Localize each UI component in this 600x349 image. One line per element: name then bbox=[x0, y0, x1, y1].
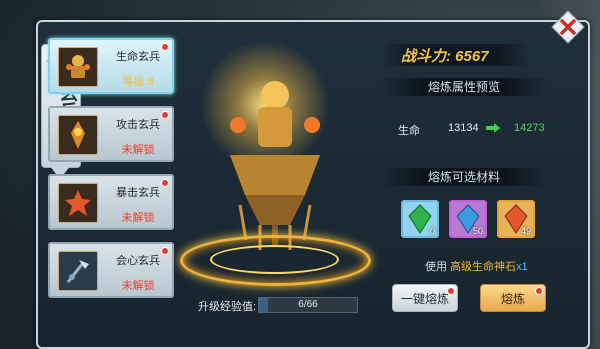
critdmg-weapon-icon bbox=[58, 251, 98, 291]
smelt-label: 熔炼 bbox=[500, 292, 525, 306]
material-slot-red[interactable]: 49 bbox=[497, 200, 535, 238]
weapon-name: 攻击玄兵 bbox=[116, 119, 160, 131]
material-count: 50 bbox=[472, 226, 483, 236]
material-slot-blue[interactable]: 50 bbox=[449, 200, 487, 238]
materials-title: 熔炼可选材料 bbox=[380, 168, 548, 186]
weapon-name: 暴击玄兵 bbox=[116, 187, 160, 199]
notification-dot bbox=[161, 43, 169, 51]
weapon-card-crit[interactable]: 暴击玄兵 未解锁 bbox=[48, 174, 174, 230]
combat-power: 战斗力: 6567 bbox=[383, 44, 529, 66]
attribute-next: 14273 bbox=[514, 122, 545, 134]
weapon-name: 会心玄兵 bbox=[116, 255, 160, 267]
auto-smelt-button[interactable]: 一键熔炼 bbox=[392, 284, 458, 312]
close-icon[interactable] bbox=[551, 10, 585, 44]
weapon-status: 未解锁 bbox=[121, 212, 155, 224]
combat-power-value: 6567 bbox=[455, 48, 489, 65]
crit-weapon-icon bbox=[58, 183, 98, 223]
life-weapon-icon bbox=[58, 47, 98, 87]
auto-smelt-label: 一键熔炼 bbox=[400, 292, 449, 306]
attribute-current: 13134 bbox=[448, 122, 479, 134]
notification-dot bbox=[447, 287, 455, 295]
attribute-row: 生命 13134 14273 bbox=[398, 122, 548, 138]
weapon-status: 未解锁 bbox=[121, 144, 155, 156]
notification-dot bbox=[161, 179, 169, 187]
material-slot-green[interactable]: 0 bbox=[401, 200, 439, 238]
preview-title: 熔炼属性预览 bbox=[380, 78, 548, 96]
weapon-card-life[interactable]: 生命玄兵 等级:8 bbox=[48, 38, 174, 94]
notification-dot bbox=[161, 247, 169, 255]
experience-label: 升级经验值: bbox=[198, 301, 257, 313]
experience-value: 6/66 bbox=[298, 299, 318, 310]
weapon-showcase bbox=[180, 30, 380, 290]
weapon-status: 等级:8 bbox=[122, 76, 154, 88]
smelt-button[interactable]: 熔炼 bbox=[480, 284, 546, 312]
use-item-name: 高级生命神石 bbox=[450, 261, 517, 273]
weapon-card-critdmg[interactable]: 会心玄兵 未解锁 bbox=[48, 242, 174, 298]
material-count: 49 bbox=[520, 226, 531, 236]
experience-bar: 6/66 bbox=[258, 297, 358, 313]
attribute-name: 生命 bbox=[398, 125, 420, 137]
use-label: 使用 bbox=[425, 261, 447, 273]
use-item-multiplier: x1 bbox=[516, 261, 528, 273]
magic-circle-inner bbox=[210, 245, 339, 274]
attack-weapon-icon bbox=[58, 115, 98, 155]
weapon-name: 生命玄兵 bbox=[116, 51, 160, 63]
use-material-line: 使用 高级生命神石x1 bbox=[425, 258, 528, 274]
arrow-right-icon bbox=[486, 123, 500, 133]
material-count: 0 bbox=[429, 226, 435, 236]
notification-dot bbox=[535, 287, 543, 295]
combat-power-label: 战斗力: bbox=[401, 48, 451, 65]
notification-dot bbox=[161, 111, 169, 119]
weapon-card-attack[interactable]: 攻击玄兵 未解锁 bbox=[48, 106, 174, 162]
weapon-status: 未解锁 bbox=[121, 280, 155, 292]
